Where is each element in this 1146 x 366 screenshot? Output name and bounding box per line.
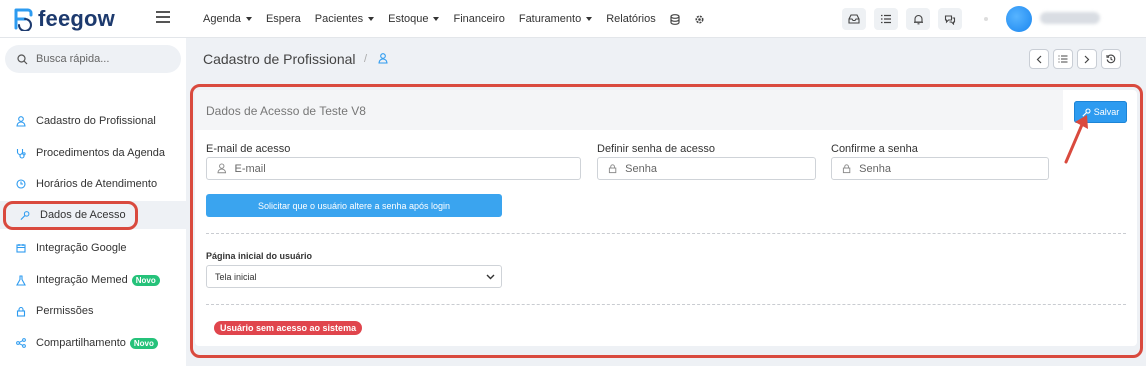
key-icon bbox=[20, 210, 30, 221]
record-nav-buttons bbox=[1029, 49, 1121, 69]
main-nav: Agenda Espera Pacientes Estoque Financei… bbox=[203, 0, 705, 38]
avatar[interactable] bbox=[1006, 6, 1032, 32]
list-icon bbox=[1058, 55, 1068, 63]
status-dot bbox=[984, 17, 988, 21]
nav-label: Agenda bbox=[203, 13, 241, 25]
share-icon bbox=[16, 338, 26, 349]
search-placeholder: Busca rápida... bbox=[36, 53, 110, 65]
new-badge: Novo bbox=[131, 274, 160, 286]
sidebar-item-compartilhamento[interactable]: Compartilhamento Novo bbox=[0, 329, 186, 357]
sidebar-item-label: Permissões bbox=[36, 305, 94, 317]
nav-item-financeiro[interactable]: Financeiro bbox=[453, 13, 504, 25]
sidebar-item-dados-acesso[interactable]: Dados de Acesso bbox=[0, 201, 186, 229]
gear-icon[interactable] bbox=[694, 14, 705, 25]
history-button[interactable] bbox=[1101, 49, 1121, 69]
breadcrumb-separator: / bbox=[364, 53, 368, 65]
clock-icon bbox=[16, 179, 26, 190]
nav-label: Pacientes bbox=[314, 13, 364, 25]
stethoscope-icon bbox=[16, 148, 26, 159]
sidebar-item-label: Procedimentos da Agenda bbox=[36, 147, 166, 159]
sidebar-item-procedimentos[interactable]: Procedimentos da Agenda bbox=[0, 139, 186, 167]
chat-icon[interactable] bbox=[938, 8, 962, 30]
top-bar: feegow Agenda Espera Pacientes Estoque F… bbox=[0, 0, 1146, 38]
list-button[interactable] bbox=[1053, 49, 1073, 69]
inbox-icon[interactable] bbox=[842, 8, 866, 30]
sidebar-item-label: Dados de Acesso bbox=[40, 209, 126, 221]
gear-glyph bbox=[695, 14, 704, 24]
nav-item-relatorios[interactable]: Relatórios bbox=[606, 13, 656, 25]
nav-label: Relatórios bbox=[606, 13, 656, 25]
feegow-logo-icon bbox=[14, 8, 33, 31]
database-glyph bbox=[670, 13, 680, 25]
sidebar-item-horarios[interactable]: Horários de Atendimento bbox=[0, 170, 186, 198]
lock-icon bbox=[16, 306, 26, 317]
caret-down-icon bbox=[586, 17, 593, 21]
quick-search[interactable]: Busca rápida... bbox=[5, 45, 181, 73]
sidebar-item-label: Cadastro do Profissional bbox=[36, 115, 156, 127]
highlight-ring-panel bbox=[190, 84, 1143, 358]
next-button[interactable] bbox=[1077, 49, 1097, 69]
sidebar-item-cadastro[interactable]: Cadastro do Profissional bbox=[0, 107, 186, 135]
user-icon bbox=[16, 115, 26, 127]
calendar-icon bbox=[16, 243, 26, 254]
user-name-blurred[interactable] bbox=[1040, 12, 1100, 24]
previous-button[interactable] bbox=[1029, 49, 1049, 69]
nav-item-agenda[interactable]: Agenda bbox=[203, 13, 252, 25]
caret-down-icon bbox=[368, 17, 375, 21]
sidebar-item-permissoes[interactable]: Permissões bbox=[0, 297, 186, 325]
chevron-right-icon bbox=[1084, 55, 1090, 63]
sidebar-item-label: Horários de Atendimento bbox=[36, 178, 158, 190]
chevron-left-icon bbox=[1036, 55, 1042, 63]
annotation-arrow-icon bbox=[1064, 115, 1088, 164]
nav-label: Espera bbox=[265, 13, 301, 25]
caret-down-icon bbox=[433, 17, 440, 21]
menu-toggle-icon[interactable] bbox=[156, 11, 170, 23]
brand-logo[interactable]: feegow bbox=[12, 6, 115, 32]
sidebar-item-label: Integração Google bbox=[36, 242, 127, 254]
nav-item-pacientes[interactable]: Pacientes bbox=[314, 13, 375, 25]
flask-icon bbox=[16, 274, 26, 286]
sidebar-item-label: Integração Memed bbox=[36, 274, 128, 286]
nav-item-estoque[interactable]: Estoque bbox=[388, 13, 440, 25]
caret-down-icon bbox=[245, 17, 252, 21]
new-badge: Novo bbox=[129, 337, 158, 349]
sidebar-item-memed[interactable]: Integração Memed Novo bbox=[0, 266, 186, 294]
sidebar-item-google[interactable]: Integração Google bbox=[0, 234, 186, 262]
history-icon bbox=[1106, 54, 1116, 64]
sidebar: Busca rápida... Cadastro do Profissional… bbox=[0, 38, 186, 366]
top-actions bbox=[842, 8, 962, 30]
page-header: Cadastro de Profissional / bbox=[186, 38, 1146, 80]
page-title: Cadastro de Profissional bbox=[203, 51, 356, 67]
sidebar-item-label: Compartilhamento bbox=[36, 337, 126, 349]
nav-label: Financeiro bbox=[453, 13, 505, 25]
checklist-icon[interactable] bbox=[874, 8, 898, 30]
nav-label: Faturamento bbox=[518, 13, 582, 25]
nav-item-faturamento[interactable]: Faturamento bbox=[518, 13, 593, 25]
bell-icon[interactable] bbox=[906, 8, 930, 30]
brand-name: feegow bbox=[38, 6, 115, 31]
database-icon[interactable] bbox=[670, 13, 680, 25]
user-icon bbox=[378, 53, 388, 67]
nav-item-espera[interactable]: Espera bbox=[266, 13, 301, 25]
search-icon bbox=[17, 53, 28, 64]
nav-label: Estoque bbox=[388, 13, 429, 25]
